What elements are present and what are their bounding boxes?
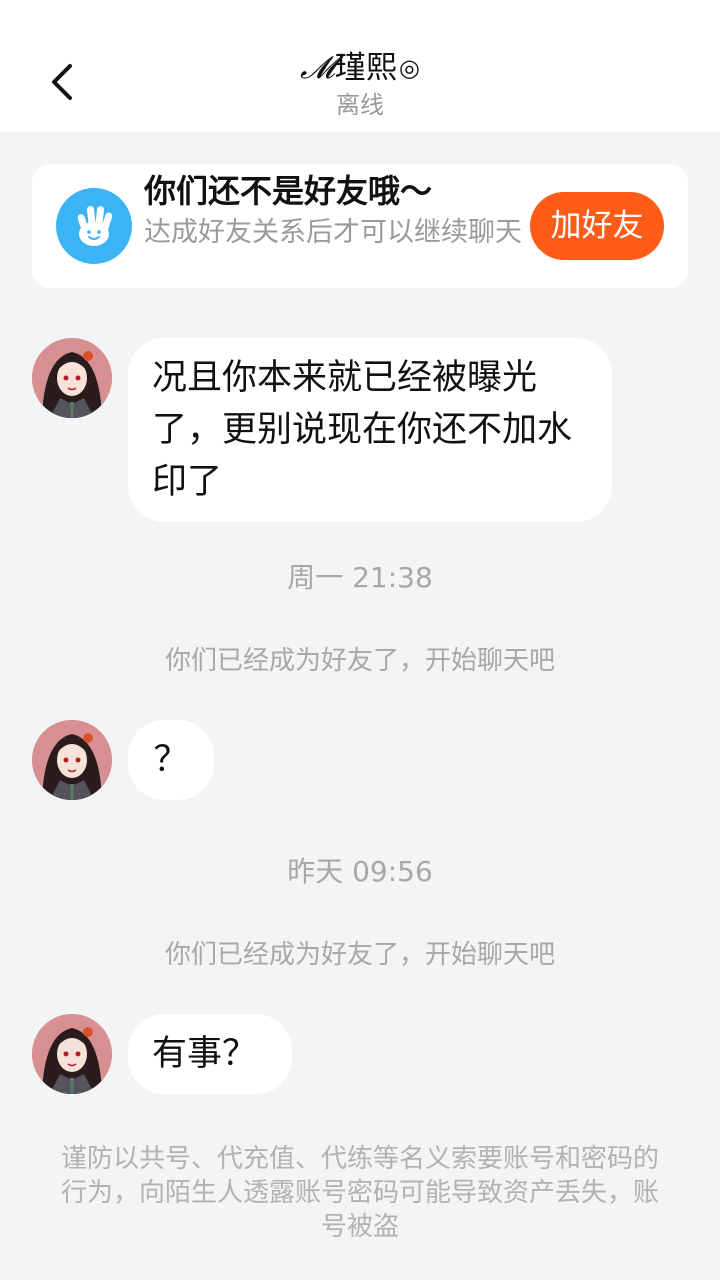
banner-description: 达成好友关系后才可以继续聊天 <box>144 217 522 248</box>
contact-name[interactable]: 𝓜瑾熙◎ <box>0 48 720 88</box>
banner-title: 你们还不是好友哦～ <box>144 172 433 210</box>
not-friend-banner: 你们还不是好友哦～ 达成好友关系后才可以继续聊天 加好友 <box>32 164 688 288</box>
chat-title-area: 𝓜瑾熙◎ 离线 <box>0 48 720 122</box>
avatar[interactable] <box>32 1014 112 1094</box>
security-warning: 谨防以共号、代充值、代练等名义索要账号和密码的行为，向陌生人透露账号密码可能导致… <box>60 1144 659 1242</box>
message-bubble[interactable]: ？ <box>128 720 214 800</box>
chat-header: 𝓜瑾熙◎ 离线 <box>0 0 720 132</box>
name-badge-icon: ◎ <box>398 54 420 82</box>
message-timestamp: 周一 21:38 <box>287 561 433 594</box>
name-prefix: 𝓜 <box>300 50 335 86</box>
avatar[interactable] <box>32 720 112 800</box>
add-friend-button[interactable]: 加好友 <box>530 192 664 260</box>
message-timestamp: 昨天 09:56 <box>287 855 433 888</box>
online-status: 离线 <box>336 91 384 119</box>
name-text: 瑾熙 <box>334 50 397 86</box>
avatar[interactable] <box>32 338 112 418</box>
message-bubble[interactable]: 况且你本来就已经被曝光了，更别说现在你还不加水印了 <box>128 338 612 522</box>
waving-hand-icon <box>56 188 132 264</box>
message-bubble[interactable]: 有事？ <box>128 1014 292 1094</box>
system-message: 你们已经成为好友了，开始聊天吧 <box>164 940 555 970</box>
system-message: 你们已经成为好友了，开始聊天吧 <box>164 646 555 676</box>
